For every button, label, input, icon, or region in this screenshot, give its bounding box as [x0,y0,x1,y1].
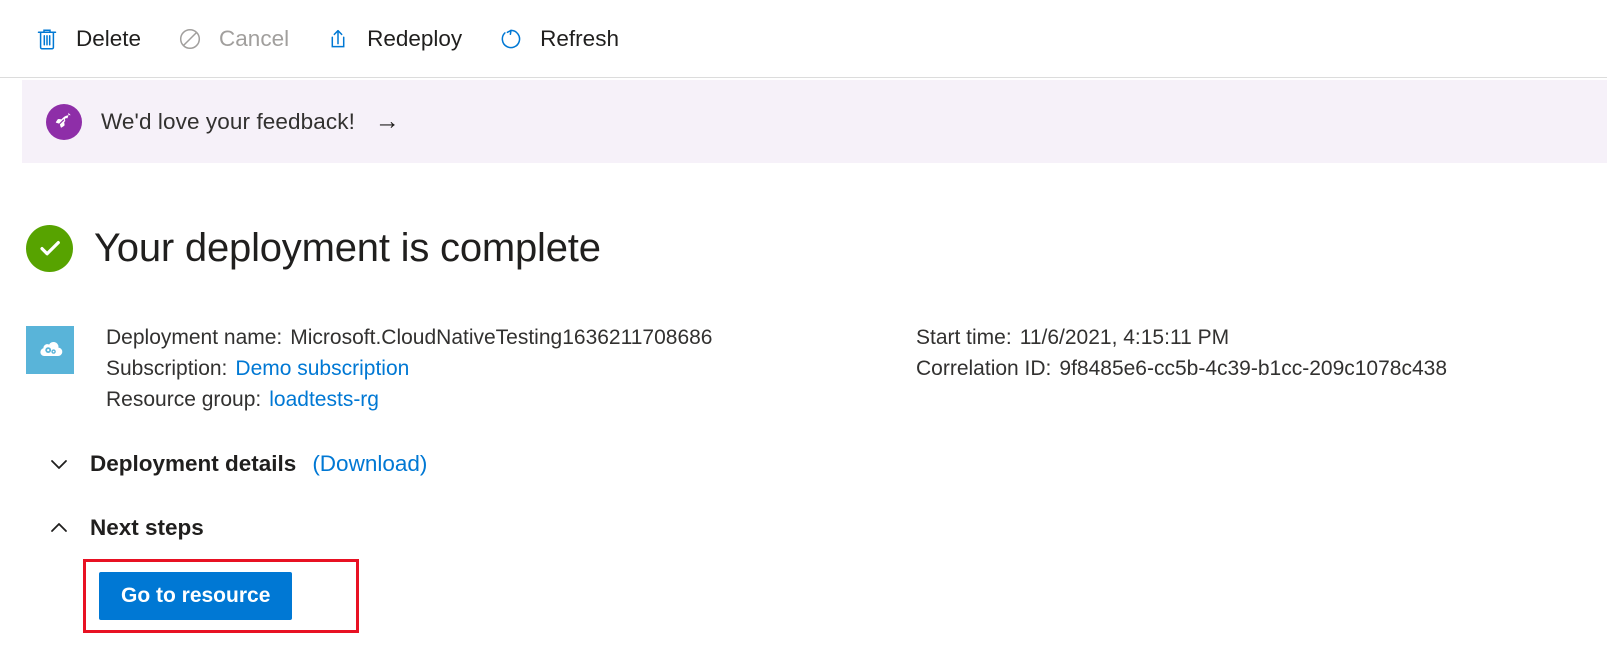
redeploy-button[interactable]: Redeploy [317,18,476,60]
next-steps-section-header[interactable]: Next steps [26,513,204,543]
start-time-label: Start time: [916,325,1012,349]
deployment-info-right-column: Start time: 11/6/2021, 4:15:11 PM Correla… [916,322,1607,415]
resource-group-link[interactable]: loadtests-rg [269,388,379,411]
command-toolbar: Delete Cancel Redeploy Refresh [0,0,1607,78]
download-link[interactable]: (Download) [312,451,427,477]
deployment-info: Deployment name: Microsoft.CloudNativeTes… [26,322,1607,415]
chevron-down-icon [44,449,74,479]
feedback-link[interactable]: We'd love your feedback! → [46,103,400,140]
page-title: Your deployment is complete [94,225,601,270]
subscription-link[interactable]: Demo subscription [235,357,409,380]
arrow-right-icon: → [374,107,400,135]
deployment-content: Your deployment is complete Deployment n… [0,163,1607,670]
go-to-resource-button[interactable]: Go to resource [99,571,293,620]
deployment-info-left-column: Deployment name: Microsoft.CloudNativeTes… [106,322,916,415]
delete-button-label: Delete [76,25,142,51]
cancel-icon [175,24,205,54]
deployment-name-value: Microsoft.CloudNativeTesting163621170868… [290,325,713,349]
correlation-id-value: 9f8485e6-cc5b-4c39-b1cc-209c1078c438 [1059,356,1447,380]
deployment-name-row: Deployment name: Microsoft.CloudNativeTes… [106,322,916,353]
upload-icon [323,24,353,54]
resource-group-label: Resource group: [106,387,262,411]
start-time-row: Start time: 11/6/2021, 4:15:11 PM [916,322,1607,353]
rocket-icon [46,103,82,140]
resource-group-row: Resource group: loadtests-rg [106,384,916,415]
refresh-button-label: Refresh [540,25,619,51]
feedback-banner: We'd love your feedback! → [22,80,1607,163]
cancel-button-label: Cancel [219,25,290,51]
deployment-details-title: Deployment details [90,450,297,476]
go-to-resource-highlight: Go to resource [83,558,359,633]
deployment-details-section-header[interactable]: Deployment details (Download) [26,449,427,479]
deployment-cloud-gears-icon [26,325,74,374]
deployment-name-label: Deployment name: [106,325,283,349]
success-check-icon [26,224,73,272]
feedback-banner-text: We'd love your feedback! [101,108,355,134]
refresh-icon [496,24,526,54]
correlation-id-row: Correlation ID: 9f8485e6-cc5b-4c39-b1cc-2… [916,353,1607,384]
subscription-label: Subscription: [106,356,228,380]
trash-icon [32,24,62,54]
refresh-button[interactable]: Refresh [490,18,633,60]
correlation-id-label: Correlation ID: [916,356,1052,380]
deployment-status: Your deployment is complete [26,199,1607,298]
chevron-up-icon [44,513,74,543]
cancel-button[interactable]: Cancel [169,18,303,60]
next-steps-title: Next steps [90,514,204,540]
delete-button[interactable]: Delete [26,18,155,60]
deployment-info-columns: Deployment name: Microsoft.CloudNativeTes… [106,322,1607,415]
redeploy-button-label: Redeploy [367,25,463,51]
subscription-row: Subscription: Demo subscription [106,353,916,384]
start-time-value: 11/6/2021, 4:15:11 PM [1019,325,1230,349]
